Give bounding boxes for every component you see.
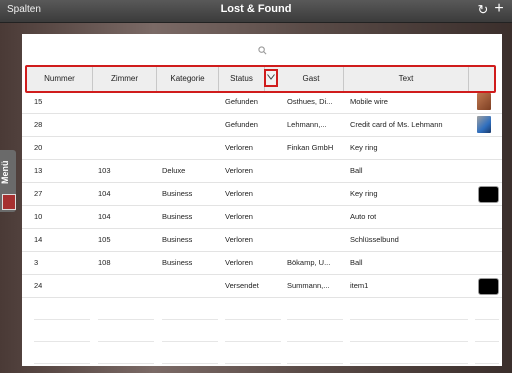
empty-row [22,298,502,320]
column-header-text[interactable]: Text [344,67,469,91]
table-row[interactable]: 28 Gefunden Lehmann,... Credit card of Ms. … [22,114,502,137]
column-header-gast[interactable]: Gast [279,67,344,91]
table-row[interactable]: 13 103 Deluxe Verloren Ball [22,160,502,183]
column-header-kategorie[interactable]: Kategorie [157,67,219,91]
table-row[interactable]: 27 104 Business Verloren Key ring [22,183,502,206]
table-row[interactable]: 10 104 Business Verloren Auto rot [22,206,502,229]
cell-status: Versendet [225,281,259,290]
page-title: Lost & Found [220,3,292,15]
side-menu-label: Menü [0,160,10,184]
table-header: Nummer Zimmer Kategorie Status Gast Text [25,65,496,93]
cell-kategorie: Business [162,189,193,198]
cell-nummer: 13 [34,166,43,175]
chevron-down-icon [267,74,275,80]
table-row[interactable]: 15 Gefunden Osthues, Di... Mobile wire [22,91,502,114]
cell-gast: Finkan GmbH [287,143,334,152]
cell-status: Verloren [225,189,253,198]
cell-nummer: 3 [34,258,39,267]
table-row[interactable]: 14 105 Business Verloren Schlüsselbund [22,229,502,252]
empty-table-rows [22,298,502,364]
cell-text: Schlüsselbund [350,235,399,244]
cell-status: Gefunden [225,120,258,129]
table-row[interactable]: 24 Versendet Summann,... item1 [22,275,502,298]
cell-zimmer: 104 [98,189,111,198]
cell-gast [287,206,345,228]
cell-zimmer: 104 [98,212,111,221]
empty-row [22,342,502,364]
item-photo-thumbnail[interactable] [478,278,499,295]
cell-nummer: 28 [34,120,43,129]
cell-nummer: 14 [34,235,43,244]
sort-toggle-button[interactable] [264,69,278,87]
cell-text: Mobile wire [350,97,388,106]
table-body: 15 Gefunden Osthues, Di... Mobile wire 28 Gef… [22,91,502,298]
cell-zimmer: 105 [98,235,111,244]
column-header-zimmer[interactable]: Zimmer [93,67,157,91]
table-row[interactable]: 3 108 Business Verloren Bökamp, U... Ball [22,252,502,275]
menu-thumbnail-icon [2,194,16,210]
column-header-nummer[interactable]: Nummer [27,67,93,91]
cell-nummer: 10 [34,212,43,221]
search-icon[interactable] [258,46,267,57]
cell-text: Ball [350,258,363,267]
cell-gast: Bökamp, U... [287,258,331,267]
cell-zimmer: 108 [98,258,111,267]
cell-status: Verloren [225,212,253,221]
cell-text: Credit card of Ms. Lehmann [350,120,443,129]
cell-nummer: 20 [34,143,43,152]
cell-text: Key ring [350,189,378,198]
top-navigation-bar: Spalten Lost & Found ↻ + [0,0,512,23]
cell-text: item1 [350,281,369,290]
cell-nummer: 24 [34,281,43,290]
cell-gast: Summann,... [287,281,330,290]
cell-nummer: 27 [34,189,43,198]
cell-status: Verloren [225,258,253,267]
cell-status: Verloren [225,166,253,175]
plus-icon[interactable]: + [492,1,506,17]
side-menu-tab[interactable]: Menü [0,150,16,212]
cell-gast [287,183,345,205]
cell-gast: Lehmann,... [287,120,327,129]
cell-text: Key ring [350,143,378,152]
sync-icon[interactable]: ↻ [476,3,490,17]
cell-gast [287,229,345,251]
cell-status: Verloren [225,235,253,244]
cell-status: Gefunden [225,97,258,106]
cell-gast [287,160,345,182]
cell-text: Auto rot [350,212,377,221]
cell-kategorie: Business [162,235,193,244]
table-row[interactable]: 20 Verloren Finkan GmbH Key ring [22,137,502,160]
empty-row [22,320,502,342]
cell-text: Ball [350,166,363,175]
item-photo-thumbnail[interactable] [477,116,491,133]
cell-kategorie: Deluxe [162,166,186,175]
item-photo-thumbnail[interactable] [478,186,499,203]
cell-nummer: 15 [34,97,43,106]
lost-found-panel: Nummer Zimmer Kategorie Status Gast Text… [22,34,502,366]
cell-zimmer: 103 [98,166,111,175]
cell-gast: Osthues, Di... [287,97,333,106]
column-header-status[interactable]: Status [219,67,265,91]
cell-kategorie: Business [162,212,193,221]
item-photo-thumbnail[interactable] [477,93,491,110]
cell-status: Verloren [225,143,253,152]
cell-kategorie: Business [162,258,193,267]
